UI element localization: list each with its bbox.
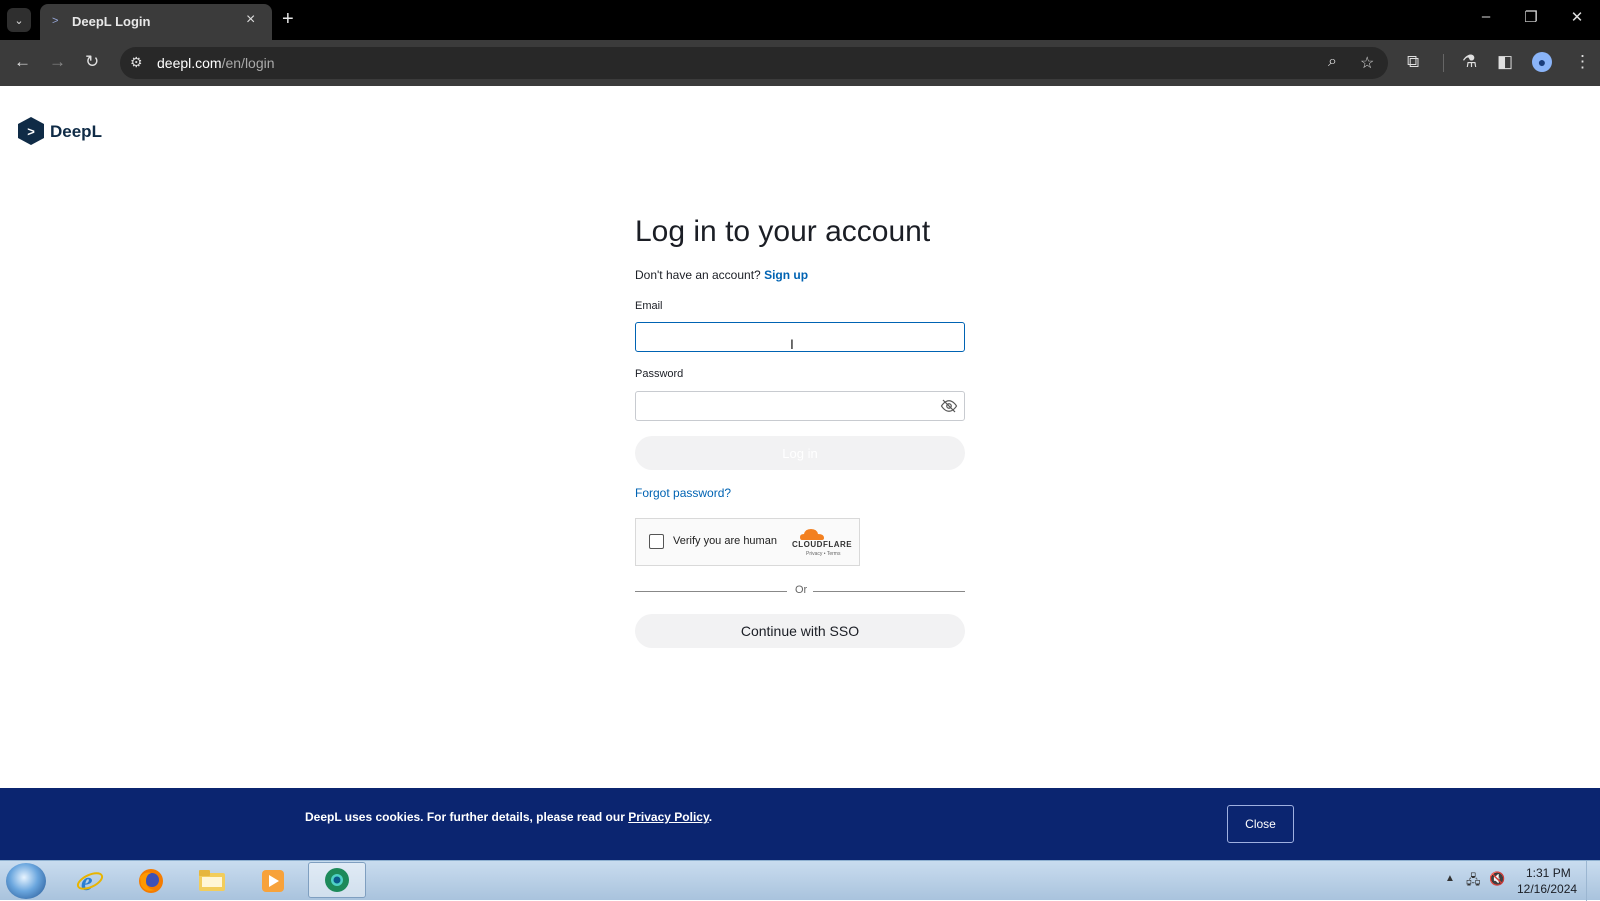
forgot-password-link[interactable]: Forgot password? bbox=[635, 486, 731, 500]
address-bar[interactable]: ⚙ deepl.com/en/login ⌕ ☆ bbox=[120, 47, 1388, 79]
zoom-icon[interactable]: ⌕ bbox=[1328, 53, 1337, 71]
login-button[interactable]: Log in bbox=[635, 436, 965, 470]
password-field[interactable] bbox=[635, 391, 965, 421]
deepl-logo[interactable]: > DeepL bbox=[18, 117, 102, 145]
email-label: Email bbox=[635, 300, 663, 312]
signup-link[interactable]: Sign up bbox=[764, 268, 808, 282]
captcha-widget: Verify you are human CLOUDFLARE Privacy … bbox=[635, 518, 860, 566]
minimize-icon[interactable]: – bbox=[1471, 8, 1501, 25]
sso-button[interactable]: Continue with SSO bbox=[635, 614, 965, 648]
start-button[interactable] bbox=[6, 863, 46, 899]
plus-icon[interactable]: + bbox=[282, 8, 294, 31]
deepl-logo-icon: > bbox=[18, 117, 44, 145]
media-player-icon[interactable] bbox=[253, 864, 293, 898]
browser-tab[interactable]: > DeepL Login × bbox=[40, 4, 272, 40]
url-text[interactable]: deepl.com/en/login bbox=[157, 55, 275, 71]
clock-date[interactable]: 12/16/2024 bbox=[1517, 882, 1577, 896]
cloudflare-brand: CLOUDFLARE bbox=[792, 540, 853, 549]
captcha-links[interactable]: Privacy • Terms bbox=[806, 551, 840, 557]
cloudflare-cloud-icon bbox=[800, 529, 824, 540]
show-desktop-button[interactable] bbox=[1586, 861, 1599, 901]
cookie-message: DeepL uses cookies. For further details,… bbox=[305, 810, 625, 824]
cookie-close-button[interactable]: Close bbox=[1227, 805, 1294, 843]
firefox-icon[interactable] bbox=[131, 864, 171, 898]
volume-muted-icon[interactable]: 🔇 bbox=[1489, 871, 1505, 887]
or-divider: Or bbox=[635, 584, 965, 598]
tab-title: DeepL Login bbox=[72, 14, 151, 29]
captcha-label: Verify you are human bbox=[673, 535, 777, 547]
divider-line bbox=[635, 591, 787, 592]
eye-slash-icon[interactable] bbox=[940, 397, 958, 415]
profile-icon[interactable]: ● bbox=[1532, 52, 1552, 72]
tab-list-icon[interactable]: ⌄ bbox=[7, 8, 31, 32]
logo-text: DeepL bbox=[50, 122, 102, 141]
url-host: deepl.com bbox=[157, 55, 222, 71]
site-info-icon[interactable]: ⚙ bbox=[130, 54, 143, 71]
close-icon[interactable]: × bbox=[246, 11, 255, 29]
internet-explorer-icon[interactable]: e bbox=[70, 864, 110, 898]
email-field[interactable] bbox=[635, 322, 965, 352]
cookie-suffix: . bbox=[708, 810, 713, 824]
cookie-banner: DeepL uses cookies. For further details,… bbox=[0, 788, 1600, 860]
star-icon[interactable]: ☆ bbox=[1360, 53, 1374, 73]
browser-toolbar: ← → ↻ ⚙ deepl.com/en/login ⌕ ☆ ⧉ ⚗ ◧ ● ⋮ bbox=[0, 40, 1600, 86]
url-path: /en/login bbox=[221, 55, 275, 71]
signup-prompt-text: Don't have an account? bbox=[635, 268, 761, 282]
tray-expand-icon[interactable]: ▲ bbox=[1445, 873, 1455, 884]
chrome-icon[interactable] bbox=[308, 862, 366, 898]
restore-icon[interactable]: ❐ bbox=[1516, 8, 1546, 26]
back-icon[interactable]: ← bbox=[14, 52, 31, 72]
signup-prompt: Don't have an account? Sign up bbox=[635, 268, 808, 282]
reload-icon[interactable]: ↻ bbox=[85, 52, 99, 72]
extensions-icon[interactable]: ⧉ bbox=[1407, 52, 1419, 72]
text-cursor-icon: I bbox=[790, 336, 794, 352]
menu-icon[interactable]: ⋮ bbox=[1574, 52, 1591, 72]
labs-icon[interactable]: ⚗ bbox=[1462, 52, 1477, 72]
forward-icon[interactable]: → bbox=[49, 52, 66, 72]
password-label: Password bbox=[635, 368, 684, 380]
svg-text:e: e bbox=[81, 867, 93, 895]
taskbar: e ▲ 🖧 🔇 1:31 PM 12/16/2024 bbox=[0, 860, 1600, 901]
privacy-policy-link[interactable]: Privacy Policy bbox=[628, 810, 709, 824]
deepl-favicon-icon: > bbox=[52, 15, 59, 27]
network-icon[interactable]: 🖧 bbox=[1466, 871, 1481, 893]
captcha-checkbox[interactable] bbox=[649, 534, 664, 549]
page-title: Log in to your account bbox=[635, 215, 931, 248]
file-explorer-icon[interactable] bbox=[192, 864, 232, 898]
divider-line bbox=[813, 591, 965, 592]
sidepanel-icon[interactable]: ◧ bbox=[1497, 52, 1513, 72]
browser-tab-bar: ⌄ > DeepL Login × + – ❐ ✕ bbox=[0, 0, 1600, 40]
cookie-text: DeepL uses cookies. For further details,… bbox=[305, 810, 712, 824]
or-text: Or bbox=[795, 584, 808, 596]
toolbar-divider bbox=[1443, 54, 1444, 72]
clock-time[interactable]: 1:31 PM bbox=[1526, 866, 1571, 880]
window-close-icon[interactable]: ✕ bbox=[1562, 8, 1592, 26]
